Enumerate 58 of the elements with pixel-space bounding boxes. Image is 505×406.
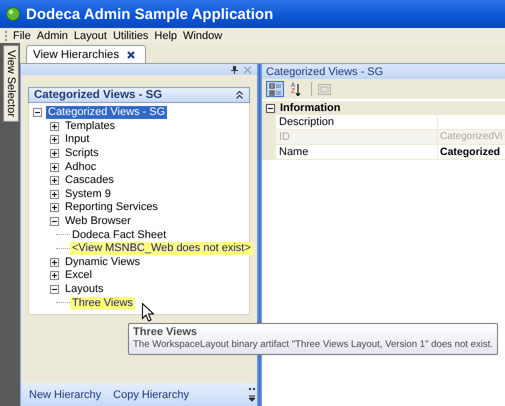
property-name[interactable]: Name xyxy=(276,145,438,159)
group-title: Categorized Views - SG xyxy=(34,89,162,101)
menu-item[interactable]: Help xyxy=(154,30,178,42)
category-label: Information xyxy=(280,102,340,114)
tree-item[interactable]: System 9 xyxy=(63,188,113,201)
pin-icon xyxy=(231,66,238,74)
tooltip-text: The WorkspaceLayout binary artifact "Three Views Layout, Version 1" does not exist. xyxy=(133,339,494,351)
menu-item[interactable]: Layout xyxy=(74,30,107,42)
side-tab[interactable]: View Selector xyxy=(3,45,19,122)
categorized-list-icon xyxy=(268,82,282,96)
tree-item[interactable]: Adhoc xyxy=(63,160,98,174)
tree-item[interactable]: <View MSNBC_Web does not exist> xyxy=(70,242,253,256)
close-icon xyxy=(244,66,251,74)
tree-item[interactable]: Layouts xyxy=(63,283,106,296)
property-pages-icon xyxy=(318,84,331,94)
collapse-icon[interactable] xyxy=(33,108,42,118)
window-title: Dodeca Admin Sample Application xyxy=(26,6,274,22)
categorized-button[interactable] xyxy=(266,81,284,97)
tree-item[interactable]: Reporting Services xyxy=(63,201,160,214)
tree-item[interactable]: Input xyxy=(63,133,92,146)
expand-icon[interactable] xyxy=(50,258,59,267)
splitter[interactable] xyxy=(257,64,262,406)
tree-item[interactable]: Excel xyxy=(63,269,94,282)
tree-item[interactable]: Cascades xyxy=(63,174,116,188)
footer-link[interactable]: Copy Hierarchy xyxy=(113,388,189,400)
document-tab[interactable]: View Hierarchies xyxy=(26,45,146,63)
menu-item[interactable]: Window xyxy=(183,30,222,42)
collapse-icon[interactable] xyxy=(50,285,59,294)
expand-icon[interactable] xyxy=(50,162,59,172)
menu-item[interactable]: Utilities xyxy=(112,30,148,42)
down-arrow-icon xyxy=(295,82,302,96)
menu-item[interactable]: Admin xyxy=(36,30,68,42)
panel-title: Categorized Views - SG xyxy=(262,64,505,79)
expand-icon[interactable] xyxy=(50,149,59,158)
expand-icon[interactable] xyxy=(50,122,59,131)
tree-item[interactable]: Categorized Views - SG xyxy=(46,106,168,120)
close-icon xyxy=(127,50,136,58)
menu-item[interactable]: File xyxy=(13,30,31,42)
tree-item[interactable]: Dodeca Fact Sheet xyxy=(70,228,168,242)
tree-item[interactable]: Scripts xyxy=(63,147,101,160)
app-logo-icon xyxy=(6,7,20,21)
expand-icon[interactable] xyxy=(50,190,59,199)
tooltip-title: Three Views xyxy=(133,326,198,338)
tree-item[interactable]: Dynamic Views xyxy=(63,256,142,269)
expand-icon[interactable] xyxy=(50,203,59,212)
tree-item[interactable]: Templates xyxy=(63,120,118,133)
expand-icon[interactable] xyxy=(50,271,59,280)
expand-icon[interactable] xyxy=(50,176,59,186)
footer-link[interactable]: New Hierarchy xyxy=(29,388,102,400)
collapse-icon[interactable] xyxy=(50,217,59,226)
expand-icon[interactable] xyxy=(50,135,59,144)
collapse-icon[interactable] xyxy=(266,104,275,112)
tree-item[interactable]: Web Browser xyxy=(63,215,133,228)
collapse-icon xyxy=(236,91,243,99)
overflow-icon xyxy=(249,388,255,402)
property-value[interactable]: Categorized xyxy=(438,145,505,159)
tree-item[interactable]: Three Views xyxy=(70,296,135,310)
property-name[interactable]: Description xyxy=(276,115,438,129)
